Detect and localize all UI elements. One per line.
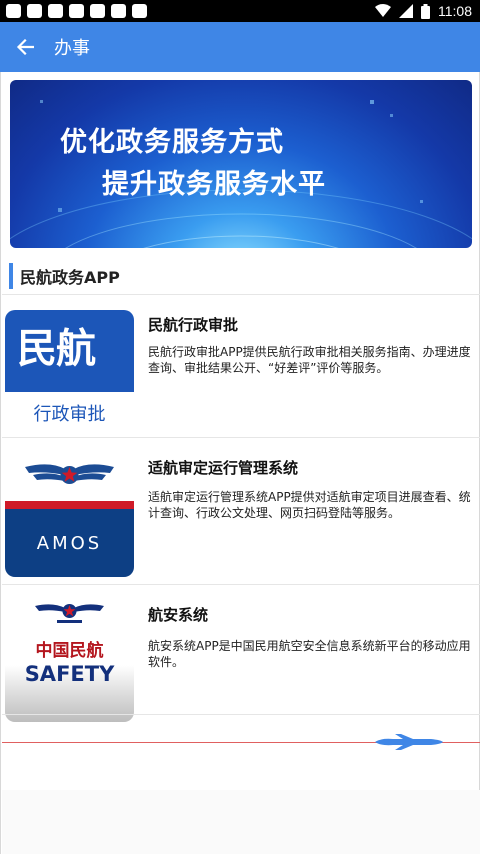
icon-title: 民航	[17, 326, 96, 372]
safety-app-icon: 中国民航 SAFETY	[5, 596, 134, 722]
section-header: 民航政务APP	[9, 262, 120, 290]
notification-icon	[27, 4, 42, 18]
notification-icon	[132, 4, 147, 18]
signal-icon	[399, 4, 413, 18]
app-bar: 办事	[0, 22, 480, 72]
icon-label: AMOS	[36, 533, 103, 554]
divider	[2, 714, 480, 715]
notification-icon	[48, 4, 63, 18]
app-description: 民航行政审批APP提供民航行政审批相关服务指南、办理进度查询、审批结果公开、“好…	[148, 345, 471, 375]
app-name: 民航行政审批	[148, 316, 239, 334]
promo-banner[interactable]: 优化政务服务方式 提升政务服务水平	[10, 80, 472, 248]
notification-icons	[6, 4, 147, 18]
footer-area	[2, 790, 480, 854]
app-item-safety[interactable]: 中国民航 SAFETY 航安系统 航安系统APP是中国民用航空安全信息系统新平台…	[1, 584, 480, 724]
icon-chinese-title: 中国民航	[35, 641, 104, 661]
wings-star-emblem-icon	[25, 464, 114, 484]
banner-subheadline: 提升政务服务水平	[102, 169, 326, 200]
app-name: 适航审定运行管理系统	[148, 459, 299, 477]
page-title: 办事	[54, 38, 90, 59]
banner-headline: 优化政务服务方式	[60, 127, 284, 158]
airplane-icon	[375, 734, 443, 750]
battery-icon	[421, 3, 430, 19]
wifi-icon	[375, 4, 391, 17]
notification-icon	[111, 4, 126, 18]
app-description: 航安系统APP是中国民用航空安全信息系统新平台的移动应用软件。	[148, 639, 471, 669]
section-title: 民航政务APP	[20, 268, 120, 287]
status-bar: 11:08	[0, 0, 480, 22]
app-item-amos[interactable]: AMOS 适航审定运行管理系统 适航审定运行管理系统APP提供对适航审定项目进展…	[1, 437, 480, 577]
app-name: 航安系统	[148, 606, 209, 624]
wings-star-emblem-icon	[35, 604, 104, 623]
notification-icon	[69, 4, 84, 18]
notification-icon	[6, 4, 21, 18]
notification-icon	[90, 4, 105, 18]
icon-subtitle: 行政审批	[33, 404, 106, 425]
app-item-admin-approval[interactable]: 民航 行政审批 民航行政审批 民航行政审批APP提供民航行政审批相关服务指南、办…	[1, 294, 480, 436]
section-accent-bar	[9, 263, 13, 289]
admin-approval-app-icon: 民航 行政审批	[5, 310, 134, 436]
amos-app-icon: AMOS	[5, 451, 134, 577]
main-content: 优化政务服务方式 提升政务服务水平 民航政务APP 民航 行政审批 民航行政审批…	[0, 72, 480, 854]
icon-label: SAFETY	[24, 662, 115, 686]
arrow-left-icon	[16, 39, 34, 55]
clock: 11:08	[438, 3, 472, 19]
back-button[interactable]	[0, 22, 50, 72]
app-description: 适航审定运行管理系统APP提供对适航审定项目进展查看、统计查询、行政公文处理、网…	[148, 490, 471, 520]
